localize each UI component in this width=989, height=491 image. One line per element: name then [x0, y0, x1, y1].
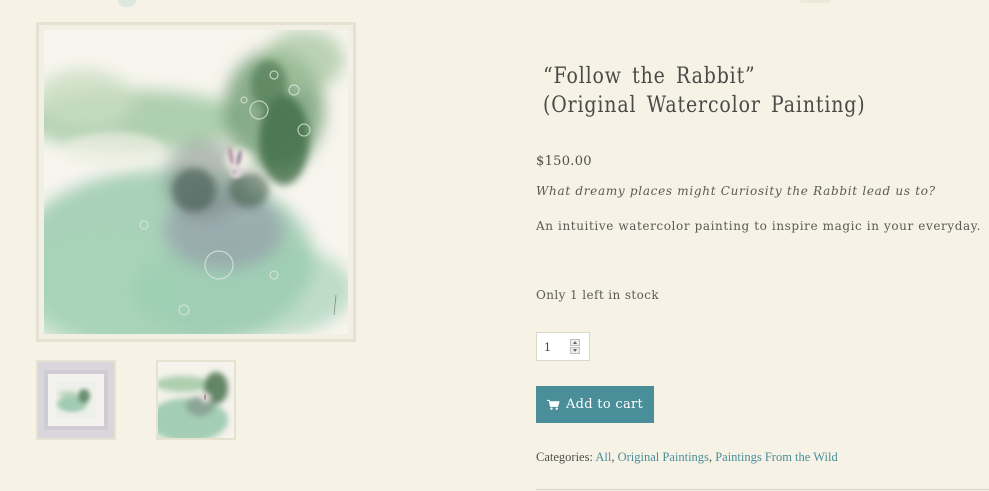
- quantity-value[interactable]: 1: [544, 341, 551, 354]
- category-link-all[interactable]: All: [595, 450, 611, 464]
- watercolor-painting-image: [44, 30, 348, 334]
- quantity-input[interactable]: 1: [536, 332, 590, 361]
- cart-icon: [546, 399, 560, 410]
- product-main-image[interactable]: [36, 22, 356, 342]
- increment-arrow-icon[interactable]: [570, 339, 580, 346]
- product-title: “Follow the Rabbit” (Original Watercolor…: [543, 62, 866, 120]
- top-decoration: [0, 0, 989, 7]
- add-to-cart-label: Add to cart: [565, 397, 644, 412]
- product-title-line1: “Follow the Rabbit”: [543, 64, 756, 89]
- product-title-line2: (Original Watercolor Painting): [543, 93, 866, 118]
- quantity-stepper[interactable]: [570, 339, 580, 354]
- product-categories: Categories: All, Original Paintings, Pai…: [536, 450, 838, 465]
- product-price: $150.00: [536, 154, 592, 169]
- category-link-paintings-from-the-wild[interactable]: Paintings From the Wild: [715, 450, 838, 464]
- product-thumbnail-painting[interactable]: [156, 360, 236, 440]
- decrement-arrow-icon[interactable]: [570, 347, 580, 354]
- watercolor-fleck: [800, 0, 830, 3]
- painting-thumbnail-image: [158, 362, 234, 438]
- divider: [536, 489, 989, 490]
- framed-painting-thumbnail-image: [38, 362, 114, 438]
- product-tagline: What dreamy places might Curiosity the R…: [536, 184, 936, 198]
- watercolor-fleck: [118, 0, 136, 7]
- product-thumbnail-framed[interactable]: [36, 360, 116, 440]
- product-description: An intuitive watercolor painting to insp…: [536, 219, 981, 233]
- category-link-original-paintings[interactable]: Original Paintings: [618, 450, 709, 464]
- stock-status: Only 1 left in stock: [536, 288, 660, 302]
- categories-label: Categories:: [536, 450, 596, 464]
- add-to-cart-button[interactable]: Add to cart: [536, 386, 654, 423]
